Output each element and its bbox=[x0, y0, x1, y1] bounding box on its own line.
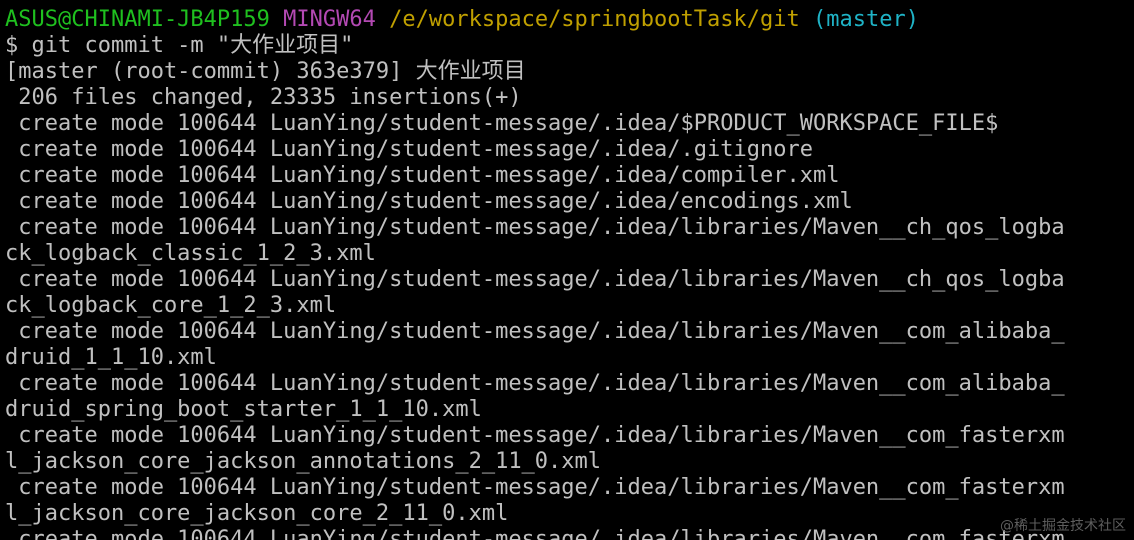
watermark: @稀土掘金技术社区 bbox=[1000, 518, 1126, 534]
output-line: druid_spring_boot_starter_1_1_10.xml bbox=[5, 397, 482, 422]
command-line: $ git commit -m "大作业项目" bbox=[5, 33, 354, 58]
output-line: 206 files changed, 23335 insertions(+) bbox=[5, 85, 522, 110]
output-line: create mode 100644 LuanYing/student-mess… bbox=[5, 267, 1065, 292]
terminal-window[interactable]: ASUS@CHINAMI-JB4P159 MINGW64 /e/workspac… bbox=[0, 0, 1134, 540]
output-line: create mode 100644 LuanYing/student-mess… bbox=[5, 527, 1065, 540]
prompt-path: /e/workspace/springbootTask/git bbox=[389, 7, 800, 32]
output-line: create mode 100644 LuanYing/student-mess… bbox=[5, 215, 1065, 240]
output-line: ck_logback_classic_1_2_3.xml bbox=[5, 241, 376, 266]
output-line: druid_1_1_10.xml bbox=[5, 345, 217, 370]
output-line: create mode 100644 LuanYing/student-mess… bbox=[5, 189, 853, 214]
output-line: create mode 100644 LuanYing/student-mess… bbox=[5, 423, 1065, 448]
output-line: create mode 100644 LuanYing/student-mess… bbox=[5, 319, 1065, 344]
output-line: l_jackson_core_jackson_annotations_2_11_… bbox=[5, 449, 602, 474]
output-line: ck_logback_core_1_2_3.xml bbox=[5, 293, 337, 318]
prompt-branch: (master) bbox=[812, 7, 919, 32]
output-line: create mode 100644 LuanYing/student-mess… bbox=[5, 111, 999, 136]
prompt-user-host: ASUS@CHINAMI-JB4P159 bbox=[5, 7, 270, 32]
output-line: create mode 100644 LuanYing/student-mess… bbox=[5, 371, 1065, 396]
prompt-line: ASUS@CHINAMI-JB4P159 MINGW64 /e/workspac… bbox=[5, 7, 1134, 33]
output-line: create mode 100644 LuanYing/student-mess… bbox=[5, 475, 1065, 500]
output-line: create mode 100644 LuanYing/student-mess… bbox=[5, 137, 813, 162]
prompt-system: MINGW64 bbox=[283, 7, 376, 32]
output-line: create mode 100644 LuanYing/student-mess… bbox=[5, 163, 840, 188]
output-line: l_jackson_core_jackson_core_2_11_0.xml bbox=[5, 501, 509, 526]
output-line: [master (root-commit) 363e379] 大作业项目 bbox=[5, 59, 526, 84]
